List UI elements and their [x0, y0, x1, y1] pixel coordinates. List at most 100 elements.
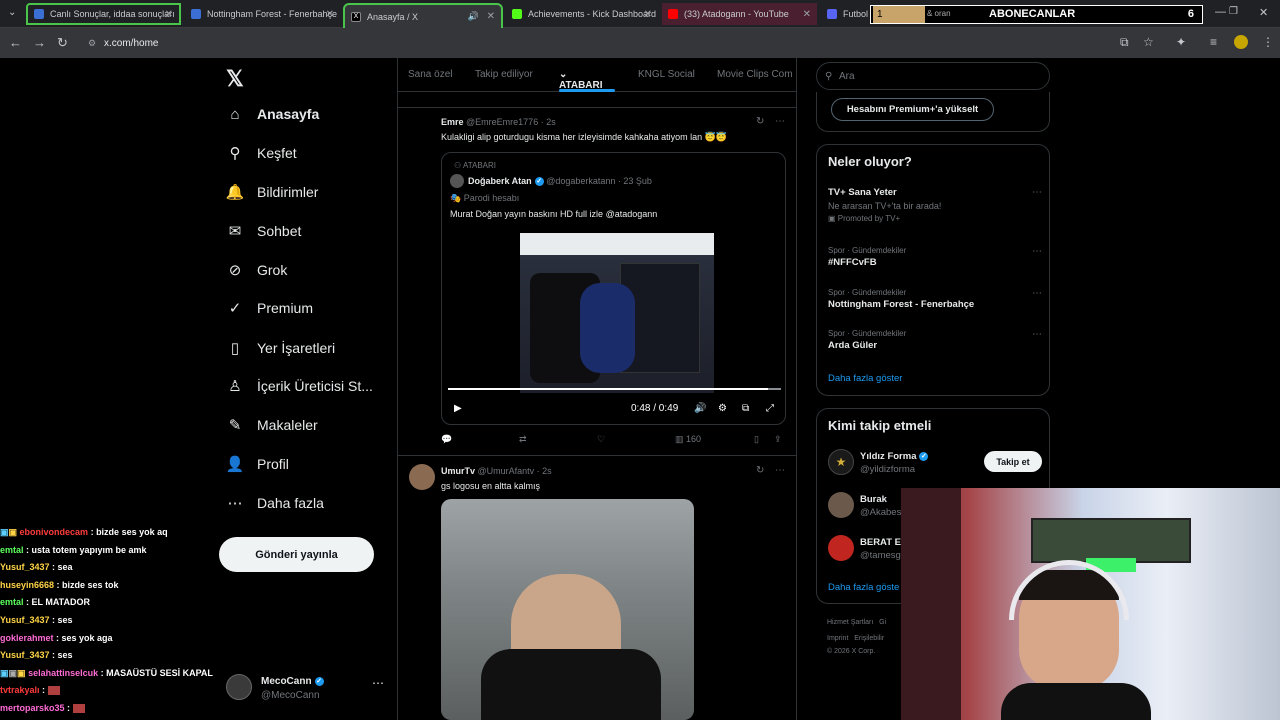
follow-button[interactable]: Takip et — [984, 451, 1042, 472]
trend-item[interactable]: Spor · Gündemdekiler #NFFCvFB ⋯ — [828, 246, 1042, 268]
tab-kngl-social[interactable]: KNGL Social — [638, 69, 695, 80]
trend-item[interactable]: TV+ Sana Yeter Ne ararsan TV+'ta bir ara… — [828, 187, 1042, 223]
restore-icon[interactable]: ❐ — [1229, 6, 1238, 17]
tab-search-icon[interactable]: ⌄ — [8, 7, 16, 18]
tab-canli-sonuclar[interactable]: Canlı Sonuçlar, iddaa sonuçları ✕ — [26, 3, 181, 25]
grok-analyze-icon[interactable]: ↻ — [756, 116, 764, 127]
premium-upgrade-button[interactable]: Hesabını Premium+'a yükselt — [831, 98, 994, 121]
tab-atabari[interactable]: ATABARI ⌄ — [559, 69, 603, 91]
sidebar-item-grok[interactable]: ⊘ Grok — [226, 261, 288, 279]
suggestion-handle: @yildizforma — [860, 464, 916, 475]
image-jersey — [481, 649, 661, 720]
extensions-icon[interactable]: ✦ — [1176, 35, 1186, 49]
share-icon[interactable]: ⇪ — [774, 434, 782, 445]
url-field[interactable]: ⚙ x.com/home — [84, 33, 1174, 53]
retweet-icon[interactable]: ⇄ — [519, 434, 527, 445]
close-tab-icon[interactable]: ✕ — [326, 9, 334, 20]
footer-link[interactable]: Erişilebilir — [854, 635, 884, 642]
profile-avatar[interactable] — [1234, 35, 1248, 49]
pip-icon[interactable]: ⧉ — [742, 403, 749, 414]
tab-following[interactable]: Takip ediliyor — [475, 69, 533, 80]
sidebar-item-explore[interactable]: ⚲ Keşfet — [226, 144, 297, 162]
audio-icon[interactable]: 🔊 — [468, 11, 479, 22]
video-player[interactable]: ▶ 0:48 / 0:49 🔊 ⚙ ⧉ ⤢ — [446, 233, 783, 421]
back-icon[interactable]: ← — [9, 35, 22, 50]
sidebar-item-profile[interactable]: 👤 Profil — [226, 455, 289, 473]
sidebar-item-creator-studio[interactable]: ♙ İçerik Üreticisi St... — [226, 377, 373, 395]
tab-nottingham[interactable]: Nottingham Forest - Fenerbahçe ✕ — [185, 3, 340, 25]
sidebar-item-home[interactable]: ⌂ Anasayfa — [226, 105, 319, 123]
more-options-icon[interactable]: ⋯ — [775, 465, 785, 476]
more-options-icon[interactable]: ⋯ — [372, 676, 384, 690]
x-logo-icon[interactable]: 𝕏 — [226, 66, 244, 92]
tab-kick[interactable]: Achievements - Kick Dashboard ✕ — [506, 3, 658, 25]
tab-futbol[interactable]: Futbol — [821, 3, 871, 25]
sidebar-item-articles[interactable]: ✎ Makaleler — [226, 416, 318, 434]
reading-list-icon[interactable]: ≡ — [1210, 35, 1217, 49]
tab-movie-clips[interactable]: Movie Clips Com — [717, 69, 793, 80]
chat-user: tvtrakyalı — [0, 685, 40, 696]
sidebar-item-premium[interactable]: ✓ Premium — [226, 299, 313, 317]
reply-icon[interactable]: 💬 — [441, 434, 452, 445]
chat-text: sea — [57, 562, 73, 573]
site-info-icon[interactable]: ⚙ — [88, 38, 96, 49]
verified-badge-icon: ✓ — [919, 451, 929, 461]
sidebar-item-notifications[interactable]: 🔔 Bildirimler — [226, 183, 319, 201]
close-tab-icon[interactable]: ✕ — [487, 11, 495, 22]
install-app-icon[interactable]: ⧉ — [1120, 35, 1129, 50]
emote-icon — [72, 704, 85, 714]
close-window-icon[interactable]: ✕ — [1259, 6, 1268, 19]
fullscreen-icon[interactable]: ⤢ — [766, 403, 774, 414]
sidebar-item-bookmarks[interactable]: ▯ Yer İşaretleri — [226, 339, 335, 357]
footer-link[interactable]: Imprint — [827, 635, 848, 642]
grok-analyze-icon[interactable]: ↻ — [756, 465, 764, 476]
more-options-icon[interactable]: ⋯ — [1032, 246, 1042, 257]
like-icon[interactable]: ♡ — [597, 434, 605, 445]
more-options-icon[interactable]: ⋯ — [1032, 329, 1042, 340]
show-more-link[interactable]: Daha fazla göster — [828, 373, 902, 384]
video-progress-bar[interactable] — [448, 388, 781, 390]
chat-message: goklerahmet : ses yok aga — [0, 632, 113, 643]
close-tab-icon[interactable]: ✕ — [803, 9, 811, 20]
more-options-icon[interactable]: ⋯ — [1032, 187, 1042, 198]
account-name-row: MecoCann ✓ — [261, 676, 324, 687]
tab-for-you[interactable]: Sana özel — [408, 69, 452, 80]
menu-icon[interactable]: ⋮ — [1262, 35, 1274, 49]
quoted-tweet[interactable]: ⚇ ATABARI Doğaberk Atan ✓ @dogaberkatann … — [441, 152, 786, 425]
follow-suggestion[interactable]: ★ Yıldız Forma ✓ @yildizforma Takip et — [828, 449, 1042, 479]
forward-icon[interactable]: → — [33, 35, 46, 50]
avatar[interactable] — [409, 464, 435, 490]
minimize-icon[interactable]: — — [1215, 6, 1226, 18]
tab-youtube[interactable]: (33) Atadogann - YouTube ✕ — [662, 3, 817, 25]
volume-icon[interactable]: 🔊 — [694, 403, 706, 414]
tweet-image[interactable] — [441, 499, 694, 720]
sidebar-item-chat[interactable]: ✉ Sohbet — [226, 222, 302, 240]
settings-icon[interactable]: ⚙ — [718, 403, 727, 414]
account-switcher[interactable]: MecoCann ✓ @MecoCann ⋯ — [226, 670, 386, 710]
views-icon[interactable]: ▥ 160 — [675, 434, 701, 445]
chat-user: Yusuf_3437 — [0, 614, 50, 625]
footer-link[interactable]: Gi — [879, 619, 886, 626]
sidebar-item-more[interactable]: ⋯ Daha fazla — [226, 494, 324, 512]
reload-icon[interactable]: ↻ — [57, 35, 68, 51]
premium-icon: ✓ — [228, 300, 242, 317]
close-tab-icon[interactable]: ✕ — [165, 9, 173, 20]
active-tab-indicator — [559, 89, 615, 92]
community-label: ⚇ ATABARI — [454, 161, 496, 170]
tweet-author[interactable]: Emre @EmreEmre1776 · 2s — [441, 117, 556, 127]
tweet-author[interactable]: UmurTv @UmurAfantv · 2s — [441, 466, 552, 476]
more-options-icon[interactable]: ⋯ — [775, 116, 785, 127]
bookmark-icon[interactable]: ▯ — [754, 434, 759, 445]
play-icon[interactable]: ▶ — [454, 403, 462, 414]
who-show-more-link[interactable]: Daha fazla göste — [828, 582, 899, 593]
tab-anasayfa-x[interactable]: X Anasayfa / X 🔊 ✕ — [343, 3, 503, 28]
more-options-icon[interactable]: ⋯ — [1032, 288, 1042, 299]
search-input[interactable]: ⚲ Ara — [816, 62, 1050, 90]
trend-item[interactable]: Spor · Gündemdekiler Arda Güler ⋯ — [828, 329, 1042, 351]
bookmark-star-icon[interactable]: ☆ — [1143, 35, 1154, 49]
site-favicon-icon — [34, 9, 44, 19]
post-button[interactable]: Gönderi yayınla — [219, 537, 374, 572]
trend-item[interactable]: Spor · Gündemdekiler Nottingham Forest -… — [828, 288, 1042, 310]
close-tab-icon[interactable]: ✕ — [644, 9, 652, 20]
footer-link[interactable]: Hizmet Şartları — [827, 619, 873, 626]
